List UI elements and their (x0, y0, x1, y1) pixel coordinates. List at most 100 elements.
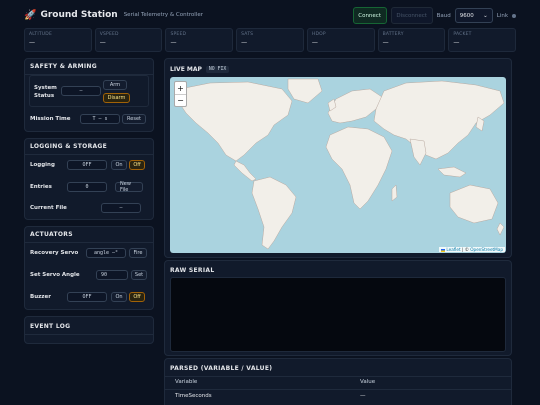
osm-link[interactable]: OpenStreetMap (470, 247, 503, 252)
parsed-title: PARSED (VARIABLE / VALUE) (170, 365, 273, 372)
current-file-row: Current File — (30, 200, 148, 216)
recovery-servo-label: Recovery Servo (30, 250, 79, 256)
telemetry-value: — (241, 39, 248, 46)
baud-value: 9600 (459, 12, 474, 19)
parsed-panel: PARSED (VARIABLE / VALUE) Variable Value… (164, 358, 512, 405)
system-status-value: — (61, 86, 101, 96)
event-log-title: EVENT LOG (30, 323, 71, 330)
set-servo-button[interactable]: Set (131, 270, 147, 280)
baud-select[interactable]: 9600 ⌄ (454, 8, 493, 23)
world-map-tiles (177, 78, 505, 250)
chevron-down-icon: ⌄ (483, 12, 488, 19)
live-map-title: LIVE MAP (170, 66, 202, 73)
parsed-table-header: Variable Value (165, 376, 511, 388)
zoom-out-button[interactable]: − (175, 94, 186, 106)
entries-row: Entries 0 New File (30, 179, 148, 195)
live-map-header: LIVE MAP NO FIX (170, 66, 230, 73)
disconnect-button[interactable]: Disconnect (390, 7, 433, 24)
telemetry-value: — (29, 39, 35, 46)
entries-value: 0 (67, 182, 107, 192)
logging-title: LOGGING & STORAGE (30, 143, 108, 150)
telemetry-vspeed: VSPEED — (94, 28, 163, 52)
telemetry-value: — (170, 39, 177, 46)
table-row: TimeSeconds — (165, 391, 511, 401)
buzzer-value: OFF (67, 292, 107, 302)
new-file-button[interactable]: New File (115, 181, 143, 193)
telemetry-speed: SPEED — (165, 28, 234, 52)
actuators-title: ACTUATORS (30, 231, 73, 238)
col-variable-header: Variable (175, 379, 198, 385)
divider (25, 334, 153, 335)
logging-label: Logging (30, 162, 55, 168)
connection-controls: Connect Disconnect Baud 9600 ⌄ Link (352, 7, 516, 24)
actuators-panel: ACTUATORS Recovery Servo angle —° Fire S… (24, 226, 154, 310)
system-status-box: System Status — Arm Disarm (29, 75, 149, 107)
telemetry-key: SATS (241, 32, 254, 37)
app-header: 🚀 Ground Station Serial Telemetry & Cont… (0, 0, 540, 30)
buzzer-on-button[interactable]: On (111, 292, 127, 302)
leaflet-link[interactable]: Leaflet (446, 247, 460, 252)
recovery-servo-row: Recovery Servo angle —° Fire (30, 245, 148, 261)
link-label: Link (496, 12, 508, 19)
disarm-button[interactable]: Disarm (103, 93, 130, 103)
divider (25, 154, 153, 155)
buzzer-off-button[interactable]: Off (129, 292, 145, 302)
telemetry-value: — (453, 39, 460, 46)
safety-panel: SAFETY & ARMING System Status — Arm Disa… (24, 58, 154, 132)
rocket-icon: 🚀 (24, 9, 37, 21)
map-zoom-control: + − (174, 81, 187, 107)
telemetry-sats: SATS — (236, 28, 304, 52)
logging-value: OFF (67, 160, 107, 170)
telemetry-key: BATTERY (382, 32, 404, 37)
telemetry-value: — (99, 39, 106, 46)
safety-title: SAFETY & ARMING (30, 63, 97, 70)
col-value-header: Value (360, 379, 376, 385)
set-servo-label: Set Servo Angle (30, 272, 80, 278)
raw-serial-console[interactable] (170, 277, 506, 352)
telemetry-key: SPEED (170, 32, 187, 37)
arm-button[interactable]: Arm (103, 80, 127, 90)
baud-label: Baud (436, 12, 451, 19)
telemetry-key: VSPEED (99, 32, 119, 37)
divider (25, 242, 153, 243)
reset-button[interactable]: Reset (122, 114, 146, 124)
telemetry-packet: PACKET — (448, 28, 517, 52)
telemetry-key: ALTITUDE (29, 32, 52, 37)
divider (165, 389, 511, 390)
link-status-dot-icon (512, 13, 516, 18)
telemetry-strip: ALTITUDE — VSPEED — SPEED — SATS — HDOP — BAT… (24, 28, 517, 52)
current-file-label: Current File (30, 205, 67, 211)
raw-serial-title: RAW SERIAL (170, 267, 215, 274)
world-map[interactable]: + − Leaflet | © OpenStreetMap (170, 77, 506, 253)
app-subtitle: Serial Telemetry & Controller (123, 12, 203, 18)
telemetry-key: HDOP (311, 32, 326, 37)
zoom-in-button[interactable]: + (175, 82, 186, 94)
logging-panel: LOGGING & STORAGE Logging OFF On Off Ent… (24, 138, 154, 220)
telemetry-hdop: HDOP — (306, 28, 375, 52)
mission-time-label: Mission Time (30, 116, 71, 122)
value-cell: — (360, 393, 366, 399)
telemetry-altitude: ALTITUDE — (24, 28, 92, 52)
telemetry-value: — (382, 39, 389, 46)
telemetry-value: — (311, 39, 318, 46)
current-file-value: — (101, 203, 141, 213)
mission-time-row: Mission Time T — s Reset (30, 111, 148, 127)
buzzer-label: Buzzer (30, 294, 51, 300)
connect-button[interactable]: Connect (352, 7, 387, 24)
recovery-servo-value: angle —° (86, 248, 126, 258)
event-log-panel: EVENT LOG (24, 316, 154, 344)
logging-on-button[interactable]: On (111, 160, 127, 170)
logging-row: Logging OFF On Off (30, 157, 148, 173)
servo-angle-input[interactable]: 90 (96, 270, 128, 280)
fire-button[interactable]: Fire (129, 248, 147, 258)
logging-off-button[interactable]: Off (129, 160, 145, 170)
buzzer-row: Buzzer OFF On Off (30, 289, 148, 305)
system-status-label: System Status (34, 85, 57, 99)
entries-label: Entries (30, 184, 52, 190)
ukraine-flag-icon (441, 248, 446, 252)
set-servo-row: Set Servo Angle 90 Set (30, 267, 148, 283)
telemetry-battery: BATTERY — (377, 28, 446, 52)
app-title: Ground Station (40, 10, 118, 20)
telemetry-key: PACKET (453, 32, 472, 37)
map-attribution: Leaflet | © OpenStreetMap (439, 247, 505, 252)
